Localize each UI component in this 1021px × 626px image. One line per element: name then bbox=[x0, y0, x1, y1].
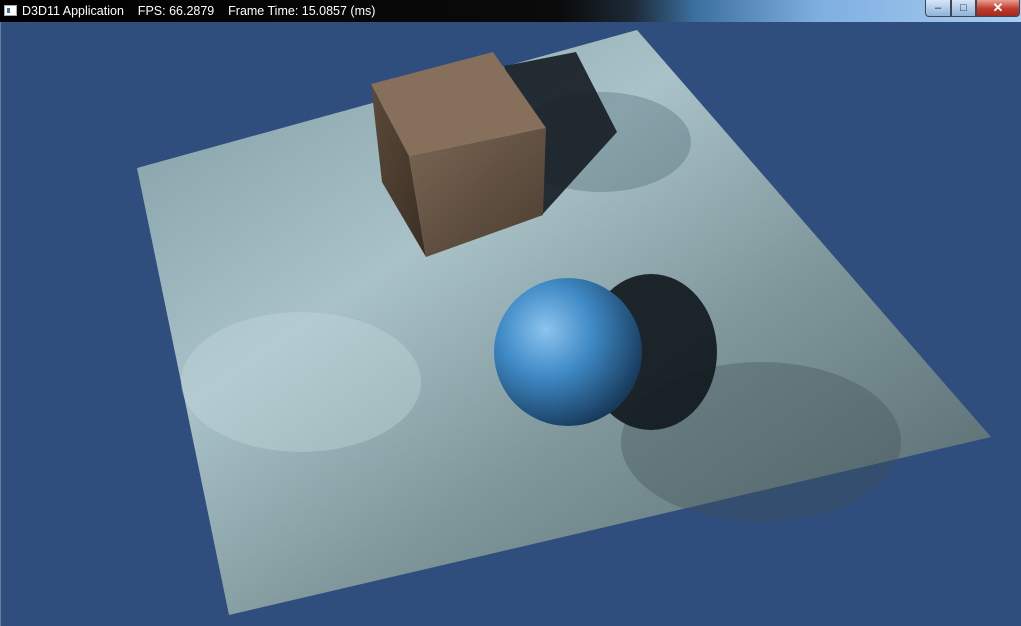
close-button[interactable]: ✕ bbox=[976, 0, 1020, 17]
minimize-button[interactable]: – bbox=[925, 0, 951, 17]
3d-scene bbox=[137, 30, 991, 615]
window-title: D3D11 Application FPS: 66.2879 Frame Tim… bbox=[22, 4, 376, 18]
floor-light-patch bbox=[181, 312, 421, 452]
maximize-button[interactable]: □ bbox=[951, 0, 976, 17]
render-viewport[interactable] bbox=[0, 22, 1021, 626]
sphere bbox=[494, 278, 642, 426]
app-window: D3D11 Application FPS: 66.2879 Frame Tim… bbox=[0, 0, 1021, 626]
title-bar[interactable]: D3D11 Application FPS: 66.2879 Frame Tim… bbox=[0, 0, 1021, 22]
app-icon[interactable] bbox=[4, 5, 17, 16]
